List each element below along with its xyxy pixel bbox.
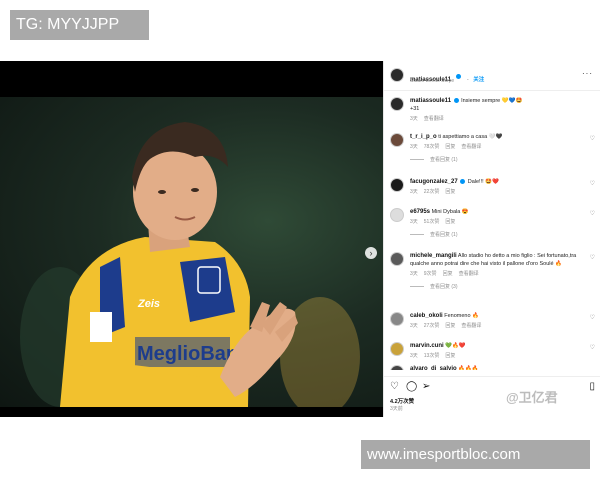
svg-text:Zeis: Zeis	[137, 298, 160, 310]
translate-link[interactable]: 查看翻译	[459, 271, 479, 277]
caption-text: Insieme sempre 💛💙🤩	[461, 98, 523, 104]
translate-link[interactable]: 查看翻译	[424, 116, 444, 122]
likes-count[interactable]: 4.2万次赞	[390, 397, 414, 405]
reply-button[interactable]: 回复	[445, 219, 455, 225]
like-comment-heart-icon[interactable]: ♡	[590, 254, 595, 261]
comment-username[interactable]: michele_mangili	[410, 253, 457, 259]
comment-username[interactable]: facugonzalez_27	[410, 179, 458, 185]
player-photo: MeglioBanca Zeis	[0, 97, 383, 407]
reply-button[interactable]: 回复	[445, 323, 455, 329]
verified-badge-icon	[453, 98, 459, 104]
more-options-icon[interactable]: ···	[582, 69, 593, 78]
comment-likes[interactable]: 27次赞	[424, 323, 440, 329]
verified-badge-icon	[456, 74, 462, 80]
comment-time: 3天	[410, 271, 418, 277]
comment-likes[interactable]: 22次赞	[424, 189, 440, 195]
caption-time: 3天	[410, 116, 418, 122]
comment-time: 3天	[410, 144, 418, 150]
comment-icon[interactable]: ◯	[406, 381, 417, 392]
view-replies-link[interactable]: 查看回复 (1)	[410, 231, 586, 238]
reply-button[interactable]: 回复	[445, 189, 455, 195]
location-label[interactable]: Stadio Benito Stirpe	[410, 78, 454, 84]
player-illustration: MeglioBanca Zeis	[20, 122, 360, 407]
view-replies-link[interactable]: 查看回复 (3)	[410, 283, 586, 290]
avatar[interactable]	[390, 178, 404, 192]
comment-text: Dale!!! 🤩❤️	[467, 179, 499, 185]
comment-likes[interactable]: 78次赞	[424, 144, 440, 150]
post-details-panel: matiassoule11 · 关注 Stadio Benito Stirpe …	[383, 61, 600, 417]
reply-button[interactable]: 回复	[445, 144, 455, 150]
comment-time: 3天	[410, 323, 418, 329]
next-photo-chevron-icon[interactable]: ›	[365, 247, 377, 259]
follow-button[interactable]: 关注	[473, 77, 484, 83]
tg-label: TG: MYYJJPP	[10, 10, 149, 40]
comment-likes[interactable]: 51次赞	[424, 219, 440, 225]
comment-username[interactable]: t_r_i_p_o	[410, 134, 437, 140]
comment-time: 3天	[410, 189, 418, 195]
comment-username[interactable]: caleb_okoli	[410, 313, 443, 319]
comment-username[interactable]: alvaro_di_salvio	[410, 366, 457, 370]
instagram-post: MeglioBanca Zeis › matiassoule11 · 关注 St…	[0, 61, 600, 417]
comment-likes[interactable]: 9次赞	[424, 271, 437, 277]
page: TG: MYYJJPP MeglioBanca Zeis › matiassou…	[0, 0, 600, 480]
avatar[interactable]	[390, 208, 404, 222]
comment-text: Mini Dybala 😍	[431, 209, 469, 215]
avatar[interactable]	[390, 68, 404, 82]
comment-username[interactable]: marvin.cuni	[410, 343, 444, 349]
post-actions: ♡ ◯ ➢ ▯ @卫亿君 4.2万次赞 3天前	[384, 376, 600, 417]
comment-text: ti aspettiamo a casa 🤍🖤	[438, 134, 503, 140]
like-comment-heart-icon[interactable]: ♡	[590, 135, 595, 142]
avatar[interactable]	[390, 97, 404, 111]
site-url-label: www.imesportbloc.com	[361, 440, 590, 469]
like-comment-heart-icon[interactable]: ♡	[590, 314, 595, 321]
avatar[interactable]	[390, 365, 404, 370]
post-header: matiassoule11 · 关注 Stadio Benito Stirpe …	[384, 61, 600, 91]
comment-time: 3天	[410, 219, 418, 225]
verified-badge-icon	[460, 179, 466, 185]
like-comment-heart-icon[interactable]: ♡	[590, 344, 595, 351]
comment-time: 3天	[410, 353, 418, 359]
save-bookmark-icon[interactable]: ▯	[589, 381, 595, 392]
comment-list[interactable]: matiassoule11 Insieme sempre 💛💙🤩 +31 3天查…	[384, 93, 600, 370]
like-heart-icon[interactable]: ♡	[390, 381, 399, 392]
avatar[interactable]	[390, 133, 404, 147]
caption-tags[interactable]: +31	[410, 105, 586, 113]
posted-time: 3天前	[390, 406, 403, 412]
comment-text: 🔥🔥🔥	[458, 366, 479, 370]
like-comment-heart-icon[interactable]: ♡	[590, 180, 595, 187]
view-replies-link[interactable]: 查看回复 (1)	[410, 156, 586, 163]
like-comment-heart-icon[interactable]: ♡	[590, 210, 595, 217]
reply-button[interactable]: 回复	[445, 353, 455, 359]
avatar[interactable]	[390, 312, 404, 326]
reply-button[interactable]: 回复	[443, 271, 453, 277]
avatar[interactable]	[390, 342, 404, 356]
comment-text: 💚🔥❤️	[445, 343, 466, 349]
translate-link[interactable]: 查看翻译	[461, 144, 481, 150]
translate-link[interactable]: 查看翻译	[461, 323, 481, 329]
avatar[interactable]	[390, 252, 404, 266]
watermark: @卫亿君	[506, 390, 558, 405]
share-send-icon[interactable]: ➢	[422, 381, 430, 392]
post-photo: MeglioBanca Zeis ›	[0, 61, 383, 417]
comment-likes[interactable]: 13次赞	[424, 353, 440, 359]
comment-text: Fenomeno 🔥	[444, 313, 479, 319]
caption-username[interactable]: matiassoule11	[410, 98, 451, 104]
comment-username[interactable]: e6795s	[410, 209, 430, 215]
